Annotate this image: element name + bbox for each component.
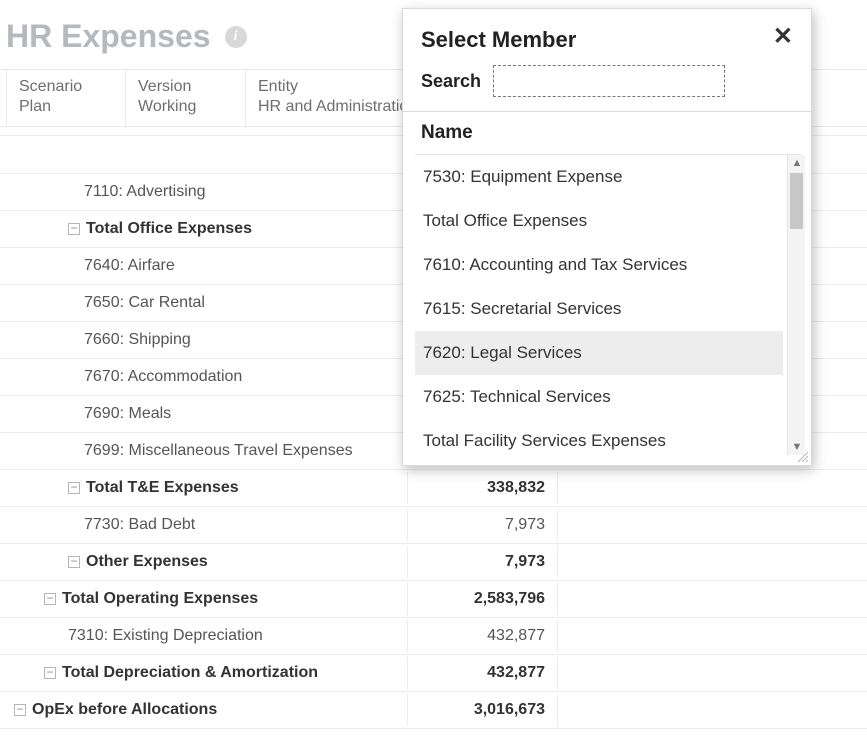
row-label-text: 7640: Airfare	[84, 257, 175, 274]
grid-leaf-label[interactable]: 7690: Meals	[0, 398, 408, 430]
member-list-item[interactable]: Total Facility Services Expenses	[415, 419, 783, 455]
grid-row: 7310: Existing Depreciation 432,877	[0, 618, 867, 655]
pov-dimension-value: Working	[138, 98, 233, 116]
member-list-item[interactable]: 7615: Secretarial Services	[415, 287, 783, 331]
grid-value-cell[interactable]: 432,877	[408, 620, 558, 652]
grid-total-label[interactable]: −OpEx before Allocations	[0, 694, 408, 726]
row-label-text: 7730: Bad Debt	[84, 516, 195, 533]
pov-dimension-label: Entity	[258, 78, 417, 96]
pov-dimension-label: Scenario	[19, 78, 113, 96]
row-label-text: Total Operating Expenses	[62, 590, 258, 607]
collapse-icon[interactable]: −	[68, 556, 80, 568]
scroll-down-icon[interactable]: ▼	[788, 439, 806, 455]
search-label: Search	[421, 71, 481, 92]
grid-total-label[interactable]: −Total Depreciation & Amortization	[0, 657, 408, 689]
grid-row: −OpEx before Allocations3,016,673	[0, 692, 867, 729]
pov-dimension-value: Plan	[19, 98, 113, 116]
grid-value-cell[interactable]: 2,583,796	[408, 583, 558, 615]
page-title: HR Expenses	[6, 18, 211, 55]
member-list-item[interactable]: 7620: Legal Services	[415, 331, 783, 375]
row-label-text: 7110: Advertising	[84, 183, 206, 200]
pov-cell[interactable]: Scenario Plan	[6, 70, 126, 126]
scroll-up-icon[interactable]: ▲	[788, 155, 806, 171]
row-label-text: OpEx before Allocations	[32, 701, 217, 718]
grid-leaf-label[interactable]: 7650: Car Rental	[0, 287, 408, 319]
grid-row: −Other Expenses7,973	[0, 544, 867, 581]
row-label-text: 7670: Accommodation	[84, 368, 242, 385]
grid-row: −Total T&E Expenses338,832	[0, 470, 867, 507]
collapse-icon[interactable]: −	[68, 482, 80, 494]
scrollbar[interactable]: ▲ ▼	[787, 155, 805, 455]
row-label-text: 7650: Car Rental	[84, 294, 205, 311]
grid-row: 7730: Bad Debt 7,973	[0, 507, 867, 544]
close-icon[interactable]: ✕	[773, 27, 793, 47]
row-label-text: 7660: Shipping	[84, 331, 191, 348]
dialog-title: Select Member	[421, 27, 576, 53]
collapse-icon[interactable]: −	[44, 667, 56, 679]
grid-leaf-label[interactable]: 7310: Existing Depreciation	[0, 620, 408, 652]
info-icon[interactable]: i	[225, 26, 247, 48]
grid-value-cell[interactable]: 338,832	[408, 472, 558, 504]
grid-value-cell[interactable]: 432,877	[408, 657, 558, 689]
grid-total-label[interactable]: −Total T&E Expenses	[0, 472, 408, 504]
pov-dimension-label: Version	[138, 78, 233, 96]
pov-cell[interactable]: Version Working	[126, 70, 246, 126]
pov-dimension-value: HR and Administration	[258, 98, 417, 116]
collapse-icon[interactable]: −	[68, 223, 80, 235]
member-list-item[interactable]: 7625: Technical Services	[415, 375, 783, 419]
select-member-dialog: Select Member ✕ Search Name 7530: Equipm…	[402, 8, 812, 466]
grid-leaf-label[interactable]: 7660: Shipping	[0, 324, 408, 356]
grid-total-label[interactable]: −Total Office Expenses	[0, 213, 408, 245]
grid-total-label[interactable]: −Total Operating Expenses	[0, 583, 408, 615]
grid-leaf-label[interactable]: 7730: Bad Debt	[0, 509, 408, 541]
collapse-icon[interactable]: −	[14, 704, 26, 716]
grid-leaf-label[interactable]: 7670: Accommodation	[0, 361, 408, 393]
row-label-text: 7699: Miscellaneous Travel Expenses	[84, 442, 353, 459]
list-header: Name	[403, 112, 811, 154]
row-label-text: Total T&E Expenses	[86, 479, 239, 496]
grid-row: −Total Depreciation & Amortization432,87…	[0, 655, 867, 692]
grid-total-label[interactable]: −Other Expenses	[0, 546, 408, 578]
row-label-text: Total Office Expenses	[86, 220, 252, 237]
grid-value-cell[interactable]: 7,973	[408, 509, 558, 541]
member-list-item[interactable]: 7530: Equipment Expense	[415, 155, 783, 199]
grid-value-cell[interactable]: 3,016,673	[408, 694, 558, 726]
grid-leaf-label[interactable]: 7640: Airfare	[0, 250, 408, 282]
row-label-text: 7690: Meals	[84, 405, 171, 422]
row-label-text: Total Depreciation & Amortization	[62, 664, 318, 681]
member-list-item[interactable]: Total Office Expenses	[415, 199, 783, 243]
grid-leaf-label	[0, 136, 408, 173]
scroll-thumb[interactable]	[790, 173, 803, 229]
grid-value-cell[interactable]: 7,973	[408, 546, 558, 578]
search-input[interactable]	[493, 65, 725, 97]
grid-leaf-label[interactable]: 7699: Miscellaneous Travel Expenses	[0, 435, 408, 467]
grid-row: −Total Operating Expenses2,583,796	[0, 581, 867, 618]
member-list-item[interactable]: 7610: Accounting and Tax Services	[415, 243, 783, 287]
row-label-text: Other Expenses	[86, 553, 208, 570]
grid-leaf-label[interactable]: 7110: Advertising	[0, 176, 408, 208]
row-label-text: 7310: Existing Depreciation	[68, 627, 263, 644]
collapse-icon[interactable]: −	[44, 593, 56, 605]
